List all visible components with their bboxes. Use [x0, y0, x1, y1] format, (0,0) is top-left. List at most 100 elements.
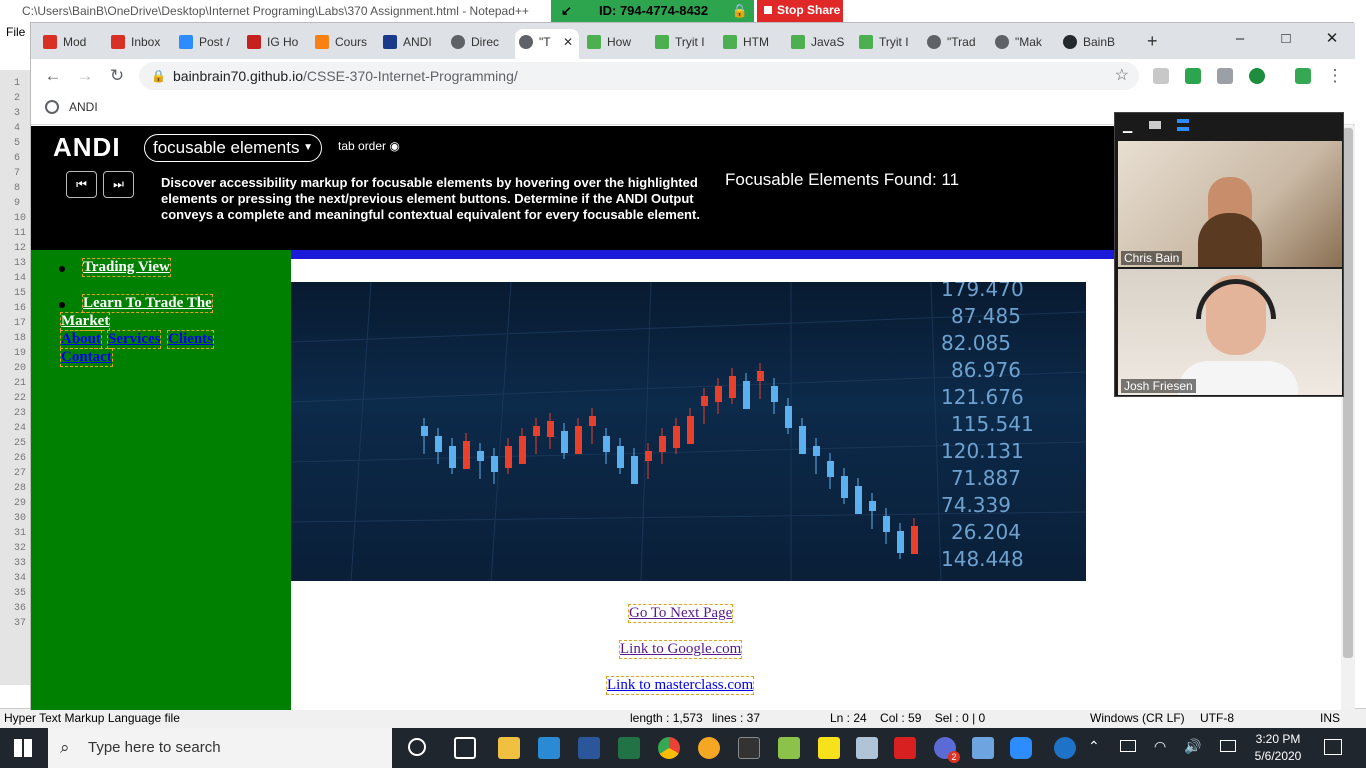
- star-icon[interactable]: ☆: [1115, 62, 1129, 90]
- new-tab-button[interactable]: +: [1147, 29, 1158, 53]
- minimize-icon[interactable]: ▁: [1123, 119, 1132, 133]
- participant-name: Josh Friesen: [1121, 379, 1196, 393]
- help-icon[interactable]: [1054, 737, 1076, 759]
- browser-tab[interactable]: Inbox: [107, 29, 171, 59]
- keyboard-icon[interactable]: [1220, 740, 1236, 752]
- zoom-icon[interactable]: [1010, 737, 1032, 759]
- nav-contact[interactable]: Contact: [60, 348, 113, 367]
- reload-button[interactable]: ↻: [105, 64, 129, 88]
- nav-clients[interactable]: Clients: [167, 330, 214, 349]
- terminal-icon[interactable]: [738, 737, 760, 759]
- notification-center-icon[interactable]: [1324, 739, 1342, 755]
- browser-tab[interactable]: HTM: [719, 29, 783, 59]
- browser-tab[interactable]: "T ✕: [515, 29, 579, 59]
- extension-ad-icon[interactable]: [1249, 68, 1265, 84]
- browser-tab[interactable]: "Mak: [991, 29, 1055, 59]
- photos-icon[interactable]: [856, 737, 878, 759]
- browser-tab[interactable]: Post /: [175, 29, 239, 59]
- remote-icon[interactable]: [972, 737, 994, 759]
- forward-button[interactable]: →: [73, 64, 97, 88]
- cortana-icon[interactable]: [408, 738, 426, 756]
- line-number: 7: [14, 168, 21, 179]
- menu-icon[interactable]: ⋮: [1323, 64, 1347, 88]
- nav-services[interactable]: Services: [106, 330, 162, 349]
- app-icon[interactable]: 2: [934, 737, 960, 763]
- extension-icon[interactable]: [1153, 68, 1169, 84]
- browser-tab[interactable]: BainB: [1059, 29, 1123, 59]
- word-icon[interactable]: [578, 737, 600, 759]
- close-button[interactable]: ✕: [1309, 23, 1355, 57]
- line-number: 17: [14, 318, 27, 329]
- link-masterclass[interactable]: Link to masterclass.com: [605, 676, 755, 695]
- scrollbar-thumb[interactable]: [1343, 128, 1353, 658]
- nav-trading-view[interactable]: Trading View: [82, 258, 171, 277]
- minimize-button[interactable]: –: [1217, 23, 1263, 57]
- w3-icon: [587, 35, 601, 49]
- candle-body: [561, 431, 568, 453]
- browser-tab[interactable]: JavaS: [787, 29, 851, 59]
- chrome-icon[interactable]: [658, 737, 680, 759]
- back-button[interactable]: ←: [41, 64, 65, 88]
- battery-icon[interactable]: [1120, 740, 1136, 752]
- browser-tab[interactable]: IG Ho: [243, 29, 307, 59]
- candle-body: [519, 436, 526, 464]
- nav-learn-to-trade[interactable]: Learn To Trade The: [82, 294, 213, 313]
- nav-about[interactable]: About: [59, 330, 103, 349]
- vpn-icon[interactable]: [698, 737, 720, 759]
- andi-next-button[interactable]: ⏭: [103, 171, 134, 198]
- taskbar-clock[interactable]: 3:20 PM 5/6/2020: [1248, 731, 1308, 765]
- sticky-notes-icon[interactable]: [818, 737, 840, 759]
- zoom-meeting-id[interactable]: ↙ ID: 794-4774-8432 🔒: [551, 0, 754, 22]
- excel-icon[interactable]: [618, 737, 640, 759]
- address-bar[interactable]: 🔒 bainbrain70.github.io/CSSE-370-Interne…: [139, 62, 1139, 90]
- speaker-view-icon[interactable]: [1149, 121, 1161, 129]
- andi-module-select[interactable]: focusable elements ▼: [144, 134, 322, 162]
- bullet: [59, 302, 65, 308]
- bookmark-andi[interactable]: ANDI: [69, 100, 98, 114]
- browser-tab[interactable]: How: [583, 29, 647, 59]
- line-number: 34: [14, 573, 27, 584]
- andi-prev-button[interactable]: ⏮: [66, 171, 97, 198]
- line-number: 8: [14, 183, 21, 194]
- tray-chevron-icon[interactable]: ⌃: [1088, 738, 1100, 755]
- line-number: 18: [14, 333, 27, 344]
- volume-icon[interactable]: 🔊: [1184, 738, 1201, 755]
- mail-icon[interactable]: [538, 737, 560, 759]
- browser-tab[interactable]: ANDI: [379, 29, 443, 59]
- video-tile[interactable]: Josh Friesen: [1118, 269, 1342, 395]
- browser-tab[interactable]: Tryit I: [651, 29, 715, 59]
- acrobat-icon[interactable]: [894, 737, 916, 759]
- link-next-page[interactable]: Go To Next Page: [627, 604, 734, 623]
- tab-label: How: [607, 35, 632, 49]
- andi-tab-order-toggle[interactable]: tab order ◉: [338, 139, 400, 153]
- link-google[interactable]: Link to Google.com: [618, 640, 743, 659]
- notepadpp-icon[interactable]: [778, 737, 800, 759]
- eye-icon: ◉: [389, 139, 400, 153]
- browser-tab[interactable]: Mod: [39, 29, 103, 59]
- wifi-icon[interactable]: ◠: [1154, 738, 1166, 755]
- globe-icon: [451, 35, 465, 49]
- close-tab-icon[interactable]: ✕: [563, 29, 573, 55]
- extension-copy-icon[interactable]: [1217, 68, 1233, 84]
- extension-grammarly-icon[interactable]: [1185, 68, 1201, 84]
- extension-shield-icon[interactable]: [1295, 68, 1311, 84]
- globe-icon: [995, 35, 1009, 49]
- stop-share-button[interactable]: Stop Share: [757, 0, 843, 22]
- taskbar-search[interactable]: ⌕ Type here to search: [48, 728, 392, 768]
- task-view-icon[interactable]: [454, 737, 476, 759]
- notepad-menu-file[interactable]: File: [0, 22, 30, 42]
- browser-tab[interactable]: "Trad: [923, 29, 987, 59]
- candle-body: [743, 381, 750, 409]
- windows-start-icon[interactable]: [14, 739, 32, 757]
- price-label: 74.339: [941, 493, 1011, 517]
- nav-learn-to-trade-cont[interactable]: Market: [59, 312, 111, 331]
- gallery-view-icon[interactable]: [1177, 119, 1189, 131]
- video-tile[interactable]: Chris Bain: [1118, 141, 1342, 267]
- maximize-button[interactable]: □: [1263, 23, 1309, 57]
- line-number: 19: [14, 348, 27, 359]
- browser-tab[interactable]: Cours: [311, 29, 375, 59]
- browser-tab[interactable]: Tryit I: [855, 29, 919, 59]
- candle-body: [463, 441, 470, 469]
- file-explorer-icon[interactable]: [498, 737, 520, 759]
- browser-tab[interactable]: Direc: [447, 29, 511, 59]
